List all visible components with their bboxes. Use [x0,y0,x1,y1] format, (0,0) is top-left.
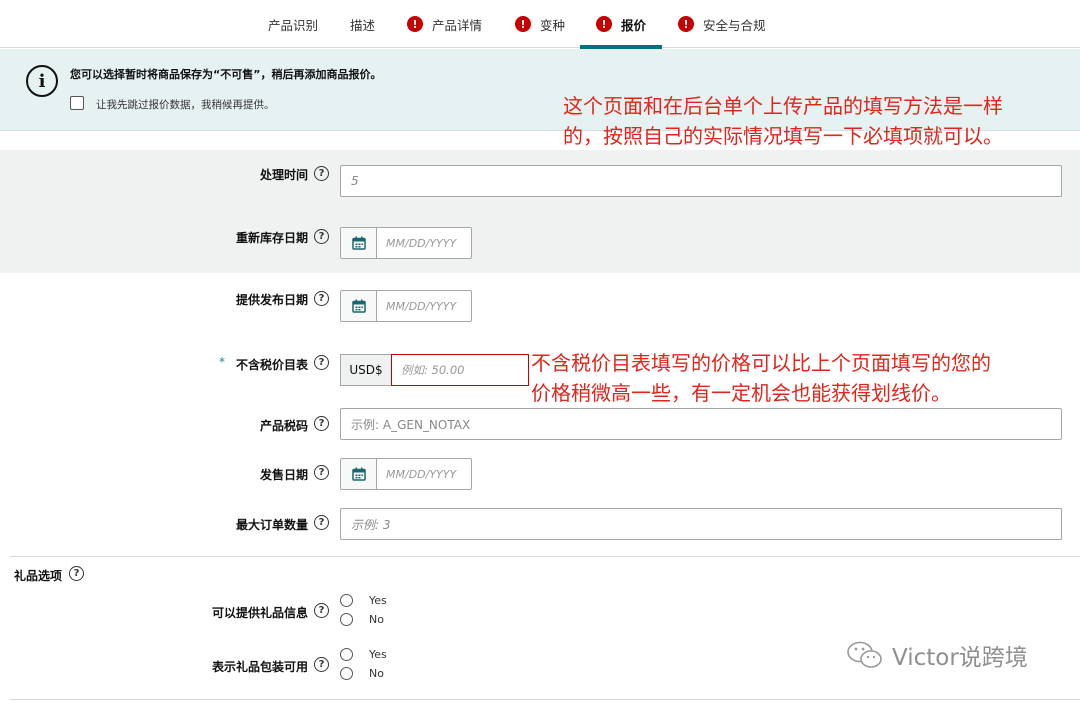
max-order-qty-placeholder: 示例: 3 [351,517,391,532]
error-icon: ! [515,16,531,32]
help-icon[interactable]: ? [69,566,84,581]
banner-title: 您可以选择暂时将商品保存为“不可售”，稍后再添加商品报价。 [70,68,382,81]
restock-date-picker[interactable]: MM/DD/YYYY [340,227,472,259]
handling-time-label: 处理时间 [259,168,308,182]
annotation-top-line2: 的，按照自己的实际情况填写一下必填项就可以。 [563,124,1003,148]
calendar-icon[interactable] [341,459,377,489]
tab-safety-compliance[interactable]: ! 安全与合规 [678,0,766,48]
watermark-text: Victor说跨境 [892,645,1028,671]
max-order-qty-label: 最大订单数量 [235,518,308,532]
error-icon: ! [678,16,694,32]
tax-code-label: 产品税码 [259,419,308,433]
help-icon[interactable]: ? [314,291,329,306]
release-date-label: 发售日期 [259,468,308,482]
tab-product-identity[interactable]: 产品识别 [268,0,318,48]
list-price-input[interactable]: 例如: 50.00 [391,354,529,386]
watermark: Victor说跨境 [846,638,1028,672]
help-icon[interactable]: ? [314,465,329,480]
tab-product-details[interactable]: ! 产品详情 [407,0,482,48]
section-divider [10,556,1080,557]
tab-label: 产品详情 [432,17,483,33]
tab-bar: 产品识别 描述 ! 产品详情 ! 变种 ! 报价 ! 安全与合规 [0,0,1080,49]
gift-wrap-yes-radio[interactable] [340,648,353,661]
help-icon[interactable]: ? [314,515,329,530]
tab-label: 描述 [350,17,376,33]
tab-label: 变种 [540,17,566,33]
tab-label: 报价 [621,17,647,33]
section-divider [10,699,1080,700]
help-icon[interactable]: ? [314,166,329,181]
skip-offer-checkbox-label: 让我先跳过报价数据，我稍候再提供。 [96,99,275,111]
error-icon: ! [596,16,612,32]
skip-offer-checkbox[interactable] [70,96,84,110]
annotation-top-line1: 这个页面和在后台单个上传产品的填写方法是一样 [563,94,1003,118]
tab-label: 安全与合规 [703,17,766,33]
calendar-icon[interactable] [341,291,377,321]
handling-time-input[interactable]: 5 [340,165,1062,197]
calendar-icon[interactable] [341,228,377,258]
annotation-price-line2: 价格稍微高一些，有一定机会也能获得划线价。 [531,381,951,405]
gift-options-title: 礼品选项 [14,569,63,583]
list-price-label: 不含税价目表 [235,358,308,372]
handling-time-value: 5 [351,174,359,188]
tab-label: 产品识别 [268,17,319,33]
release-date-placeholder: MM/DD/YYYY [386,467,457,481]
offer-release-date-picker[interactable]: MM/DD/YYYY [340,290,472,322]
help-icon[interactable]: ? [314,416,329,431]
currency-prefix: USD$ [340,354,392,386]
restock-date-placeholder: MM/DD/YYYY [386,236,457,250]
gift-wrap-label: 表示礼品包装可用 [211,660,308,674]
required-mark: * [219,355,225,369]
wechat-icon [847,641,882,668]
max-order-qty-input[interactable]: 示例: 3 [340,508,1062,540]
gift-wrap-yes-label: Yes [369,648,387,661]
annotation-price-line1: 不含税价目表填写的价格可以比上个页面填写的您的 [531,351,991,375]
tab-description[interactable]: 描述 [350,0,375,48]
error-icon: ! [407,16,423,32]
tab-offer[interactable]: ! 报价 [579,0,663,49]
help-icon[interactable]: ? [314,355,329,370]
list-price-placeholder: 例如: 50.00 [401,363,465,377]
release-date-picker[interactable]: MM/DD/YYYY [340,458,472,490]
gift-message-label: 可以提供礼品信息 [211,606,308,620]
help-icon[interactable]: ? [314,603,329,618]
offer-release-date-placeholder: MM/DD/YYYY [386,299,457,313]
gift-message-no-radio[interactable] [340,613,353,626]
gift-message-yes-label: Yes [369,594,387,607]
tab-variations[interactable]: ! 变种 [515,0,565,48]
gift-wrap-no-radio[interactable] [340,667,353,680]
gift-message-no-label: No [369,613,384,626]
offer-release-date-label: 提供发布日期 [235,293,308,307]
gift-wrap-no-label: No [369,667,384,680]
help-icon[interactable]: ? [314,229,329,244]
tax-code-input[interactable]: 示例: A_GEN_NOTAX [340,408,1062,440]
tax-code-placeholder: 示例: A_GEN_NOTAX [351,417,471,432]
help-icon[interactable]: ? [314,657,329,672]
info-icon: i [26,65,58,97]
gift-message-yes-radio[interactable] [340,594,353,607]
restock-date-label: 重新库存日期 [235,231,308,245]
